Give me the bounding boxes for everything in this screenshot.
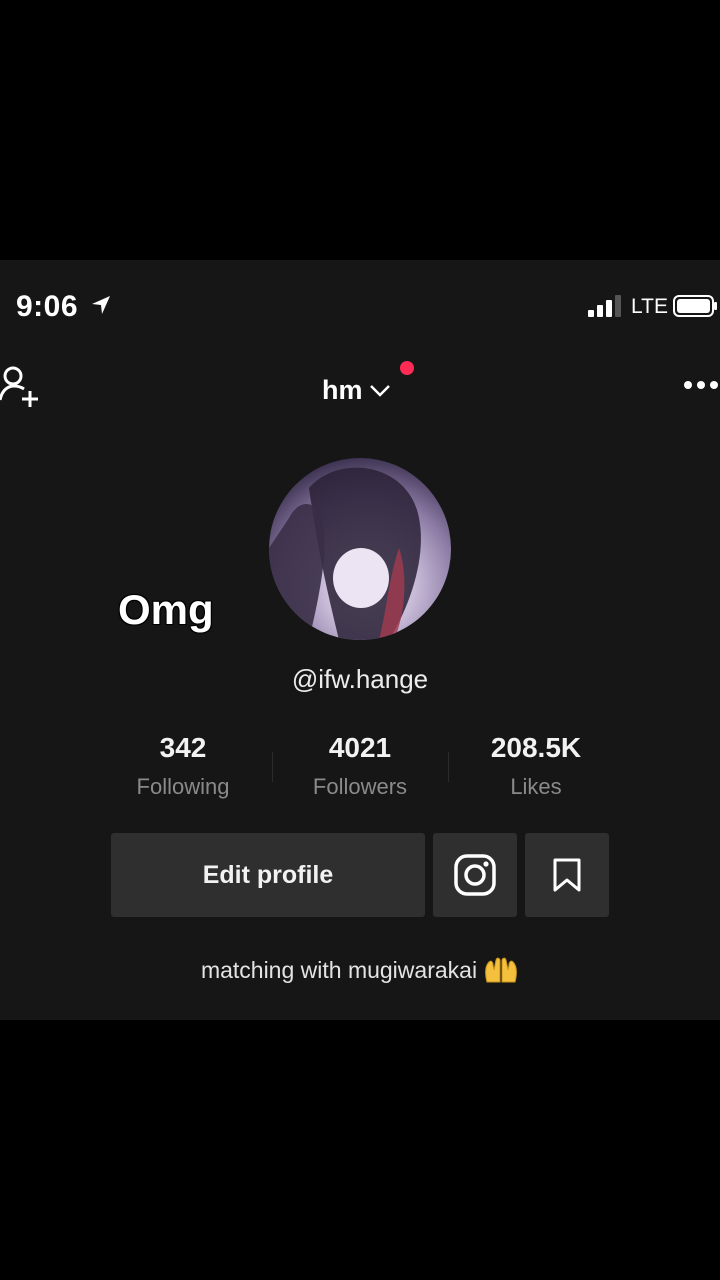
edit-profile-button[interactable]: Edit profile [111,833,425,917]
avatar[interactable] [269,458,451,640]
stat-likes[interactable]: 208.5K Likes [446,732,626,800]
chevron-down-icon [369,385,390,397]
bio: matching with mugiwarakai [0,956,720,984]
stat-value: 4021 [328,732,392,763]
stat-label: Followers [312,774,408,799]
status-bar: 9:06 LTE [0,260,720,352]
profile-screen: 9:06 LTE hm Omg @ifw.hange 342 Following… [0,260,720,1020]
avatar-image [269,467,421,640]
add-user-icon[interactable] [0,364,42,408]
account-switcher[interactable]: hm [322,372,391,408]
status-time: 9:06 [16,290,79,323]
location-arrow-icon [92,296,110,314]
instagram-button[interactable] [433,833,517,917]
raised-hands-icon [485,957,517,983]
instagram-icon [454,854,496,896]
network-type: LTE [631,295,668,318]
stat-label: Following [136,774,230,799]
notification-dot [400,361,414,375]
bookmark-icon [553,858,581,892]
stat-following[interactable]: 342 Following [93,732,273,800]
battery-icon [673,295,717,317]
profile-handle: @ifw.hange [291,664,429,694]
stat-label: Likes [510,774,562,799]
stat-value: 208.5K [490,732,582,763]
overlay-caption: Omg [118,586,214,633]
stat-value: 342 [159,732,207,763]
favorites-button[interactable] [525,833,609,917]
more-icon[interactable] [682,378,720,392]
stat-followers[interactable]: 4021 Followers [270,732,450,800]
bio-text: matching with mugiwarakai [200,957,478,983]
username: hm [322,374,363,405]
top-nav: hm [0,352,720,432]
signal-icon [588,295,621,317]
